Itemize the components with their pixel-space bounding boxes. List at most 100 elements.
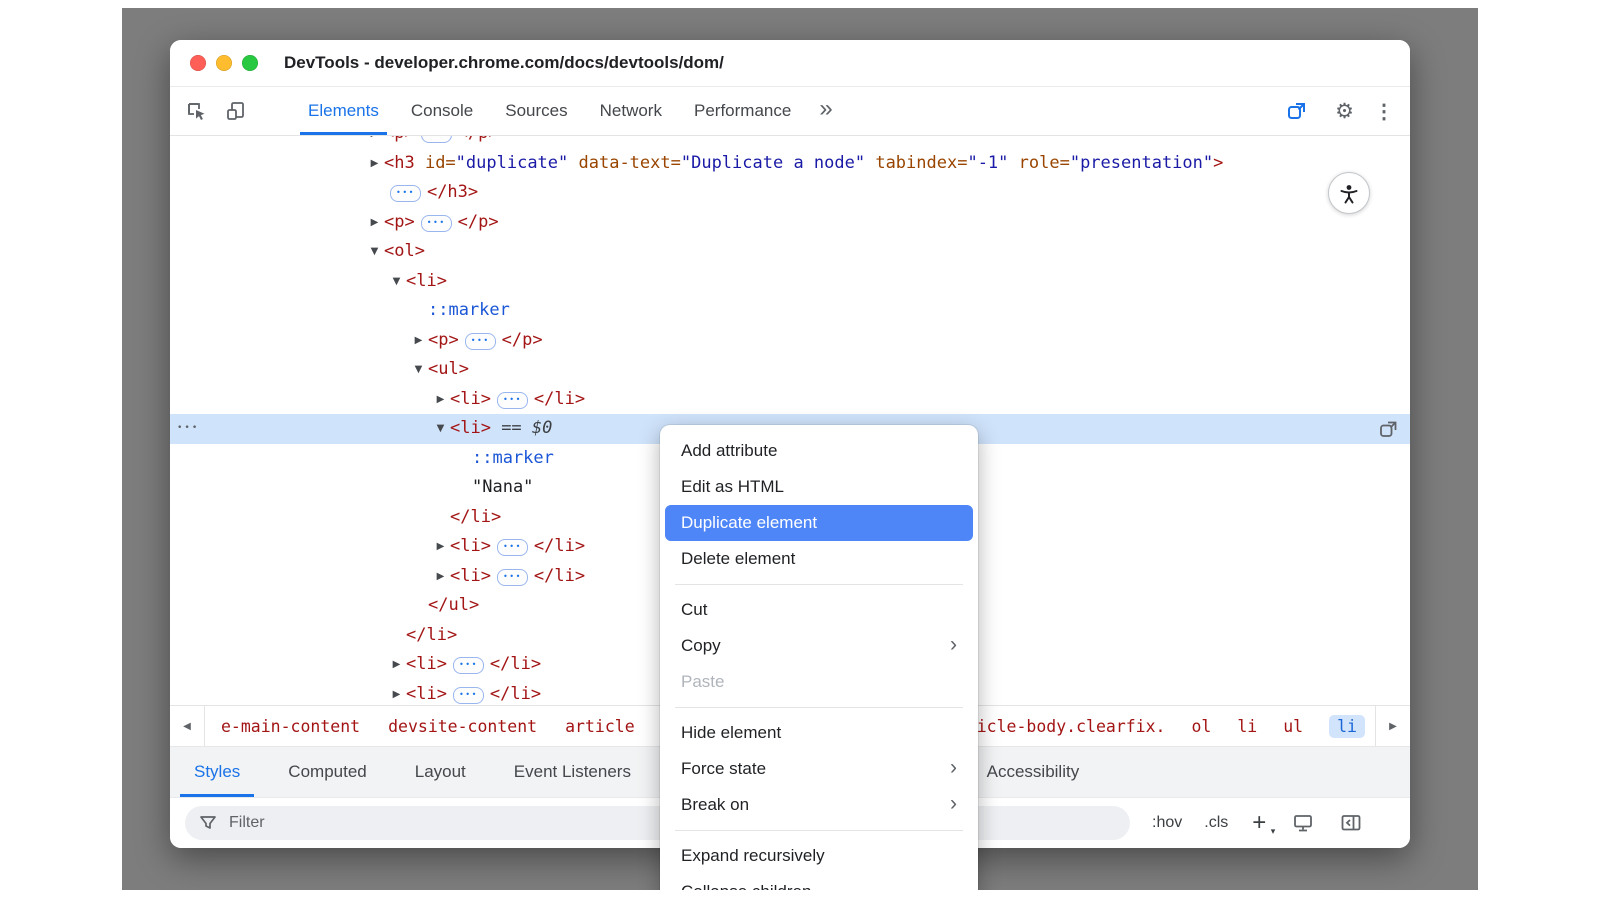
menu-item-delete-element[interactable]: Delete element: [660, 541, 978, 577]
sidebar-tab-computed[interactable]: Computed: [264, 747, 390, 797]
inspect-element-icon[interactable]: [178, 93, 214, 129]
dom-row[interactable]: ▶<h3 id="duplicate" data-text="Duplicate…: [170, 149, 1410, 179]
accessibility-person-icon[interactable]: [1328, 172, 1370, 214]
breadcrumb-scroll-left-icon[interactable]: ◀: [170, 706, 205, 746]
inline-expand-badge[interactable]: •••: [497, 569, 528, 586]
dom-row[interactable]: ••• </h3>: [170, 178, 1410, 208]
tag-token: <p>: [384, 212, 415, 232]
tab-console[interactable]: Console: [395, 87, 489, 135]
tab-network[interactable]: Network: [584, 87, 678, 135]
breadcrumb-item-rticle-body-clearfix[interactable]: rticle-body.clearfix.: [957, 717, 1166, 736]
menu-item-copy[interactable]: Copy›: [660, 628, 978, 664]
tag-token: <p>: [384, 136, 415, 143]
toggle-class-button[interactable]: .cls: [1204, 814, 1228, 832]
breadcrumb-scroll-right-icon[interactable]: ▶: [1375, 706, 1410, 746]
expand-arrow-icon[interactable]: ▶: [387, 650, 406, 680]
expand-arrow-icon[interactable]: ▶: [409, 326, 428, 356]
tag-token: </p>: [458, 212, 499, 232]
close-button[interactable]: [190, 55, 206, 71]
sidebar-tab-accessibility[interactable]: Accessibility: [963, 747, 1104, 797]
dock-panel-icon[interactable]: [1340, 812, 1362, 834]
menu-item-paste[interactable]: Paste: [660, 664, 978, 700]
sidebar-tab-layout[interactable]: Layout: [391, 747, 490, 797]
menu-item-hide-element[interactable]: Hide element: [660, 715, 978, 751]
menu-item-force-state[interactable]: Force state›: [660, 751, 978, 787]
menu-item-add-attribute[interactable]: Add attribute: [660, 433, 978, 469]
expand-arrow-icon[interactable]: ▶: [431, 562, 450, 592]
toggle-hover-state-button[interactable]: :hov: [1152, 814, 1182, 832]
sidebar-tab-styles[interactable]: Styles: [170, 747, 264, 797]
zoom-button[interactable]: [242, 55, 258, 71]
styles-filter-field[interactable]: [185, 806, 1130, 840]
menu-item-duplicate-element[interactable]: Duplicate element: [665, 505, 973, 541]
dom-row[interactable]: ▶<p>•••</p>: [170, 326, 1410, 356]
inline-expand-badge[interactable]: •••: [465, 333, 496, 350]
dom-row[interactable]: ▶<p>•••</p>: [170, 136, 1410, 149]
screen-icon[interactable]: [1292, 812, 1314, 834]
collapse-arrow-icon[interactable]: ▼: [365, 237, 384, 267]
breadcrumb-item-article[interactable]: article: [565, 717, 635, 736]
expand-arrow-icon[interactable]: ▶: [431, 532, 450, 562]
dom-row[interactable]: ▼<li>: [170, 267, 1410, 297]
expand-arrow-icon[interactable]: ▶: [365, 136, 384, 149]
minimize-button[interactable]: [216, 55, 232, 71]
tag-token: <li>: [450, 566, 491, 586]
more-tabs-icon[interactable]: »: [819, 97, 832, 125]
menu-item-cut[interactable]: Cut: [660, 592, 978, 628]
tag-token: </ul>: [428, 595, 479, 615]
breadcrumb-item-li[interactable]: li: [1237, 717, 1257, 736]
tag-token: <ol>: [384, 241, 425, 261]
collapse-arrow-icon[interactable]: ▼: [387, 267, 406, 297]
devtools-toolbar: ElementsConsoleSourcesNetworkPerformance…: [170, 87, 1410, 136]
dom-row[interactable]: ::marker: [170, 296, 1410, 326]
tab-sources[interactable]: Sources: [489, 87, 583, 135]
inline-expand-badge[interactable]: •••: [497, 539, 528, 556]
tag-token: >: [1213, 153, 1223, 173]
inline-expand-badge[interactable]: •••: [453, 687, 484, 704]
breadcrumb-item-devsite-content[interactable]: devsite-content: [388, 717, 537, 736]
collapse-arrow-icon[interactable]: ▼: [409, 355, 428, 385]
tag-token: <h3: [384, 153, 415, 173]
caret-down-icon: ▾: [1271, 827, 1276, 836]
attr-value-token: "presentation": [1070, 153, 1213, 173]
dom-row[interactable]: ▼<ul>: [170, 355, 1410, 385]
dom-row[interactable]: ▶<li>•••</li>: [170, 385, 1410, 415]
expand-arrow-icon[interactable]: ▶: [387, 680, 406, 706]
expand-arrow-icon[interactable]: ▶: [365, 208, 384, 238]
menu-item-expand-recursively[interactable]: Expand recursively: [660, 838, 978, 874]
row-overflow-dots-icon[interactable]: •••: [177, 414, 199, 444]
tag-token: </h3>: [427, 182, 478, 202]
tab-performance[interactable]: Performance: [678, 87, 807, 135]
inline-expand-badge[interactable]: •••: [421, 136, 452, 143]
breadcrumb-item-ol[interactable]: ol: [1192, 717, 1212, 736]
overflow-menu-icon[interactable]: ⋮: [1374, 99, 1394, 124]
collapse-arrow-icon[interactable]: ▼: [431, 414, 450, 444]
settings-gear-icon[interactable]: ⚙: [1335, 101, 1354, 122]
menu-item-label: Expand recursively: [681, 846, 825, 866]
dom-row[interactable]: ▶<p> ••• </p>: [170, 208, 1410, 238]
new-style-rule-button[interactable]: + ▾: [1252, 811, 1266, 835]
inline-expand-badge[interactable]: •••: [453, 657, 484, 674]
pseudo-element-token: ::marker: [472, 448, 554, 468]
menu-item-break-on[interactable]: Break on›: [660, 787, 978, 823]
tag-token: <li>: [406, 654, 447, 674]
square-arrow-icon[interactable]: [1279, 93, 1315, 129]
expand-arrow-icon[interactable]: ▶: [365, 149, 384, 179]
inline-expand-badge[interactable]: •••: [421, 215, 452, 232]
menu-item-label: Duplicate element: [681, 513, 817, 533]
dom-row[interactable]: ▼<ol>: [170, 237, 1410, 267]
menu-item-collapse-children[interactable]: Collapse children: [660, 874, 978, 890]
breadcrumb-item-selected-li[interactable]: li: [1329, 715, 1365, 738]
breadcrumb-item-e-main-content[interactable]: e-main-content: [221, 717, 360, 736]
tab-elements[interactable]: Elements: [292, 87, 395, 135]
screenshot-canvas: DevTools - developer.chrome.com/docs/dev…: [0, 0, 1600, 908]
menu-item-label: Force state: [681, 759, 766, 779]
menu-item-edit-as-html[interactable]: Edit as HTML: [660, 469, 978, 505]
toggle-device-toolbar-icon[interactable]: [218, 93, 254, 129]
inline-expand-badge[interactable]: •••: [390, 185, 421, 202]
expand-arrow-icon[interactable]: ▶: [431, 385, 450, 415]
breadcrumb-item-ul[interactable]: ul: [1283, 717, 1303, 736]
sidebar-tab-event-listeners[interactable]: Event Listeners: [490, 747, 655, 797]
inline-expand-badge[interactable]: •••: [497, 392, 528, 409]
square-arrow-badge-icon[interactable]: [1377, 417, 1401, 441]
